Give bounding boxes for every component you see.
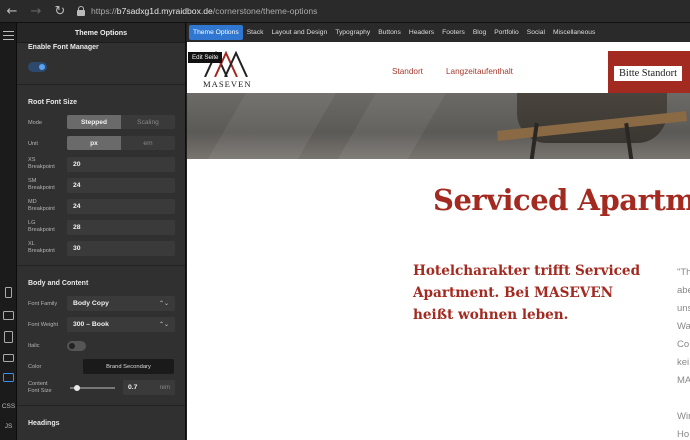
tab-theme-options[interactable]: Theme Options xyxy=(189,25,243,40)
site-header: MASEVEN Edit Seite Standort Langzeitaufe… xyxy=(187,45,690,95)
font-family-value: Body Copy xyxy=(73,300,109,307)
side-text-line xyxy=(677,390,690,408)
enable-font-manager-label: Enable Font Manager xyxy=(28,44,99,51)
hero-image xyxy=(187,93,690,159)
chevron-updown-icon: ⌃⌄ xyxy=(158,321,169,328)
headings-title: Headings xyxy=(28,420,60,427)
lg-breakpoint-label: LG Breakpoint xyxy=(28,220,55,233)
tablet-portrait-icon[interactable] xyxy=(4,331,13,343)
site-preview: MASEVEN Edit Seite Standort Langzeitaufe… xyxy=(187,42,690,440)
side-text-line: Ho xyxy=(677,429,690,440)
side-text-line: abe xyxy=(677,285,690,296)
content-font-size-value: 0.7 xyxy=(128,384,138,391)
font-weight-select[interactable]: 300 – Book ⌃⌄ xyxy=(67,317,175,332)
xl-breakpoint-input[interactable]: 30 xyxy=(67,241,175,256)
mode-scaling-option[interactable]: Scaling xyxy=(121,115,175,129)
address-bar[interactable]: https://b7sadxg1d.myraidbox.de/cornersto… xyxy=(76,3,317,19)
js-button[interactable]: JS xyxy=(0,423,17,430)
tab-miscellaneous[interactable]: Miscellaneous xyxy=(549,25,599,40)
body-and-content-title: Body and Content xyxy=(28,280,89,287)
unit-em-option[interactable]: em xyxy=(121,136,175,150)
side-text-line: Co xyxy=(677,339,690,350)
content-font-size-input[interactable]: 0.7 rem xyxy=(123,380,175,395)
sm-breakpoint-input[interactable]: 24 xyxy=(67,178,175,193)
xs-breakpoint-label: XS Breakpoint xyxy=(28,157,55,170)
edit-page-badge[interactable]: Edit Seite xyxy=(188,52,223,63)
page-headline: Serviced Apartm xyxy=(433,183,690,217)
chevron-updown-icon: ⌃⌄ xyxy=(158,300,169,307)
tab-headers[interactable]: Headers xyxy=(405,25,438,40)
cta-label: Bitte Standort xyxy=(614,65,683,81)
page-subheadline: Hotelcharakter trifft Serviced Apartment… xyxy=(413,263,641,323)
font-weight-label: Font Weight xyxy=(28,322,59,328)
tab-stack[interactable]: Stack xyxy=(243,25,268,40)
xl-breakpoint-label: XL Breakpoint xyxy=(28,241,55,254)
desktop-icon[interactable] xyxy=(3,373,14,382)
tab-footers[interactable]: Footers xyxy=(438,25,469,40)
divider xyxy=(17,265,185,266)
tablet-landscape-icon[interactable] xyxy=(3,311,14,320)
unit-px-option[interactable]: px xyxy=(67,136,121,150)
tab-layout-and-design[interactable]: Layout and Design xyxy=(267,25,331,40)
md-breakpoint-input[interactable]: 24 xyxy=(67,199,175,214)
xs-breakpoint-input[interactable]: 20 xyxy=(67,157,175,172)
css-button[interactable]: CSS xyxy=(0,403,17,410)
reload-icon[interactable]: ↻ xyxy=(48,0,72,23)
logo-text: MASEVEN xyxy=(203,79,252,89)
side-text-line: kei xyxy=(677,357,690,368)
side-text-column: "ThabeunsWaCokeiMA WirHouns xyxy=(677,264,690,440)
cta-button[interactable]: Bitte Standort xyxy=(608,51,690,95)
font-manager-toggle[interactable] xyxy=(28,62,47,72)
unit-label: Unit xyxy=(28,141,38,147)
mode-label: Mode xyxy=(28,120,42,126)
left-icon-rail: CSS JS xyxy=(0,23,17,440)
side-text-line: MA xyxy=(677,375,690,386)
lock-icon xyxy=(76,6,86,16)
font-family-select[interactable]: Body Copy ⌃⌄ xyxy=(67,296,175,311)
tab-blog[interactable]: Blog xyxy=(469,25,490,40)
divider xyxy=(17,405,185,406)
forward-arrow-icon[interactable]: → xyxy=(24,0,48,23)
tab-typography[interactable]: Typography xyxy=(331,25,374,40)
md-breakpoint-label: MD Breakpoint xyxy=(28,199,55,212)
content-font-size-label: Content Font Size xyxy=(28,381,52,394)
phone-icon[interactable] xyxy=(5,287,12,298)
mode-stepped-option[interactable]: Stepped xyxy=(67,115,121,129)
color-picker[interactable]: Brand Secondary xyxy=(83,359,174,374)
url-text: https://b7sadxg1d.myraidbox.de/cornersto… xyxy=(91,6,318,16)
panel-title: Theme Options xyxy=(17,23,185,43)
font-weight-value: 300 – Book xyxy=(73,321,109,328)
divider xyxy=(17,84,185,85)
theme-options-panel: Theme Options Enable Font Manager Root F… xyxy=(17,23,186,440)
side-text-line: "Th xyxy=(677,267,690,278)
side-text-line: uns xyxy=(677,303,690,314)
tab-buttons[interactable]: Buttons xyxy=(374,25,405,40)
color-label: Color xyxy=(28,364,42,370)
unit-segmented-control: px em xyxy=(67,136,175,150)
root-font-size-title: Root Font Size xyxy=(28,99,77,106)
menu-icon[interactable] xyxy=(3,31,14,43)
lg-breakpoint-input[interactable]: 28 xyxy=(67,220,175,235)
mode-segmented-control: Stepped Scaling xyxy=(67,115,175,129)
italic-label: Italic xyxy=(28,343,40,349)
tab-social[interactable]: Social xyxy=(523,25,549,40)
sm-breakpoint-label: SM Breakpoint xyxy=(28,178,55,191)
nav-link-standort[interactable]: Standort xyxy=(392,67,423,76)
tab-portfolio[interactable]: Portfolio xyxy=(490,25,523,40)
side-text-line: Wa xyxy=(677,321,690,332)
theme-options-tabs: Theme Options Stack Layout and Design Typog… xyxy=(187,23,690,42)
side-text-line: Wir xyxy=(677,411,690,422)
italic-toggle[interactable] xyxy=(67,341,86,351)
back-arrow-icon[interactable]: ← xyxy=(0,0,24,23)
font-family-label: Font Family xyxy=(28,301,58,307)
browser-toolbar: ← → ↻ https://b7sadxg1d.myraidbox.de/cor… xyxy=(0,0,690,23)
laptop-icon[interactable] xyxy=(3,354,14,362)
nav-link-langzeitaufenthalt[interactable]: Langzeitaufenthalt xyxy=(446,67,513,76)
unit-label: rem xyxy=(159,384,170,391)
slider-thumb[interactable] xyxy=(73,385,80,391)
